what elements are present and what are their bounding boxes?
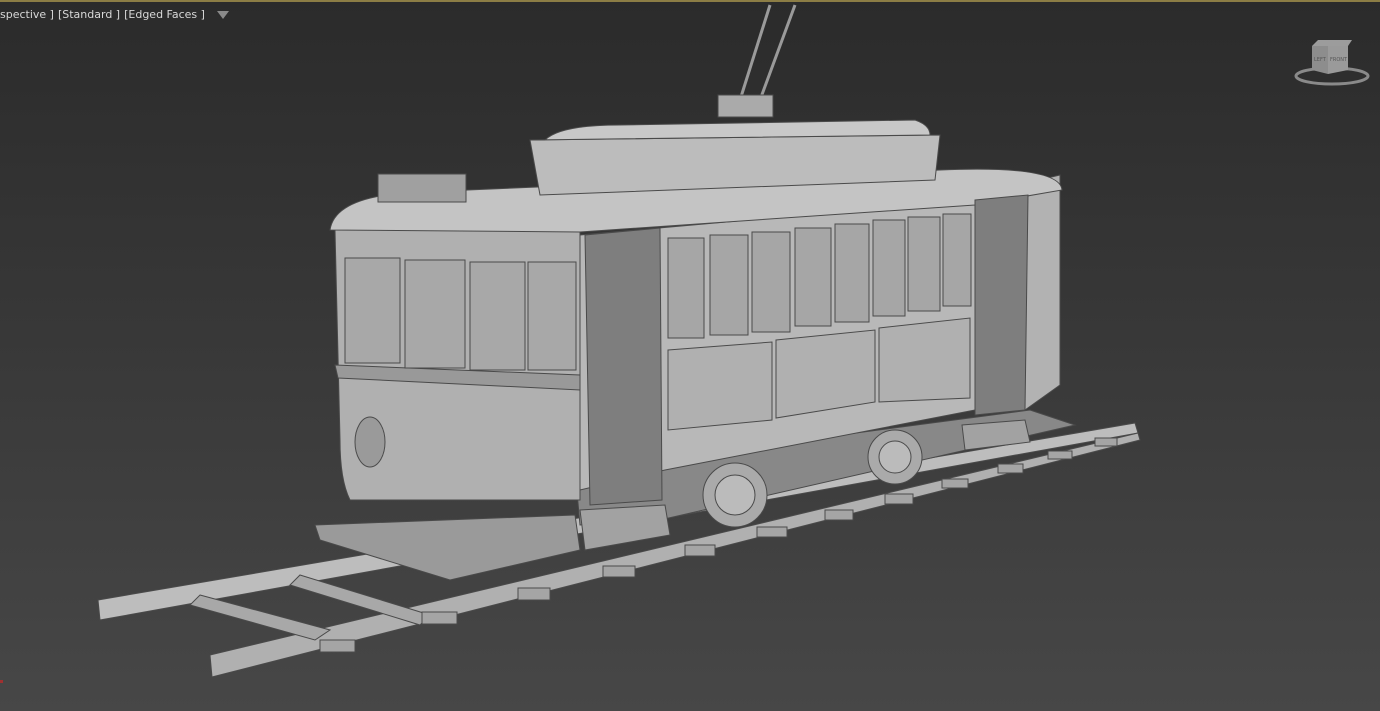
viewport-view-menu[interactable]: spective ] bbox=[0, 8, 54, 21]
viewport-label: spective ] [Standard ] [Edged Faces ] bbox=[0, 8, 229, 21]
viewcube[interactable]: LEFT FRONT bbox=[1292, 38, 1372, 88]
filter-icon[interactable] bbox=[216, 10, 229, 19]
perspective-viewport[interactable]: spective ] [Standard ] [Edged Faces ] LE… bbox=[0, 0, 1380, 711]
viewport-display-mode-menu[interactable]: [Edged Faces ] bbox=[124, 8, 205, 21]
axis-tripod-icon bbox=[0, 680, 3, 683]
viewport-shading-menu[interactable]: [Standard ] bbox=[58, 8, 120, 21]
viewcube-left-face[interactable]: LEFT bbox=[1314, 57, 1327, 63]
tram-model[interactable] bbox=[0, 0, 1380, 711]
viewcube-front-face[interactable]: FRONT bbox=[1330, 57, 1348, 63]
